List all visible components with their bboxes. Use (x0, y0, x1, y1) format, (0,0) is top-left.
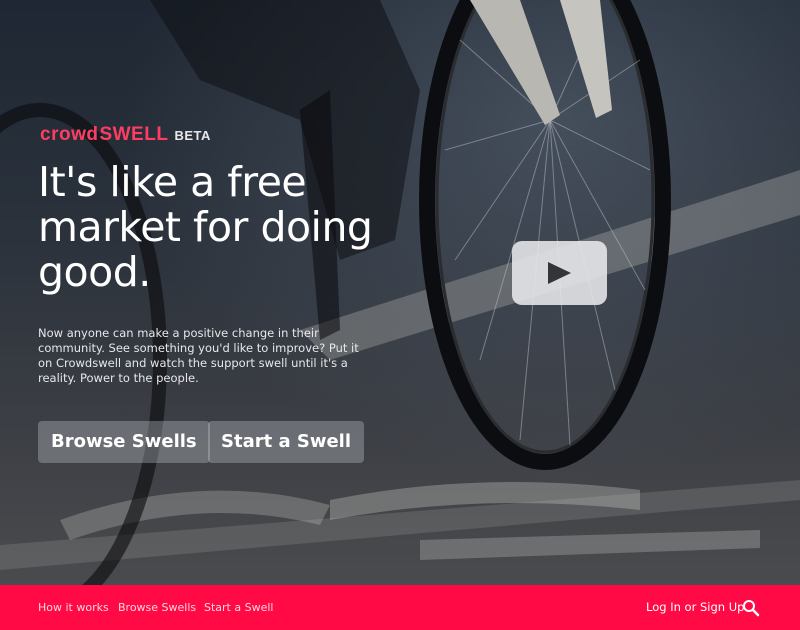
beta-badge: BETA (174, 128, 211, 143)
play-icon (548, 262, 571, 284)
hero-section: crowd SWELL BETA It's like a free market… (0, 0, 800, 585)
hero-description: Now anyone can make a positive change in… (38, 326, 359, 385)
logo-swell-text: SWELL (99, 124, 169, 145)
footer-link-browse-swells[interactable]: Browse Swells (118, 585, 196, 630)
login-signup-link[interactable]: Log In or Sign Up (646, 585, 744, 630)
start-a-swell-button[interactable]: Start a Swell (208, 421, 365, 463)
footer-bar: How it works Browse Swells Start a Swell… (0, 585, 800, 630)
footer-link-start-a-swell[interactable]: Start a Swell (204, 585, 273, 630)
video-play-button[interactable] (512, 241, 607, 305)
browse-swells-button[interactable]: Browse Swells (38, 421, 210, 463)
hero-headline: It's like a free market for doing good. (38, 158, 373, 296)
footer-link-how-it-works[interactable]: How it works (38, 585, 109, 630)
logo-crowd-text: crowd (40, 124, 99, 145)
crowdswell-logo[interactable]: crowd SWELL BETA (40, 124, 211, 146)
search-icon[interactable] (742, 599, 760, 617)
